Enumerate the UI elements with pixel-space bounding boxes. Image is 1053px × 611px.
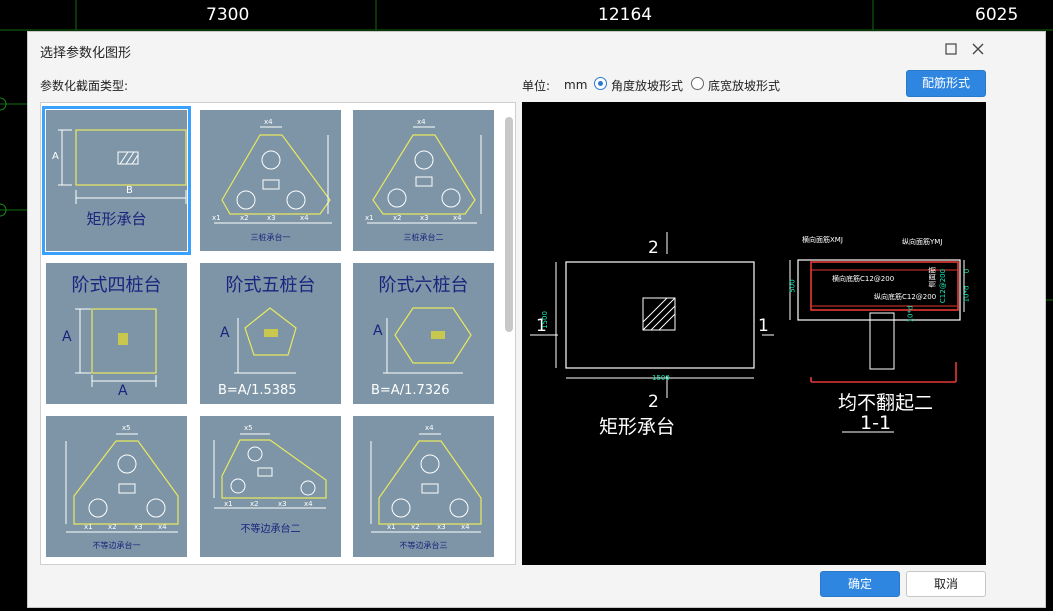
ok-button[interactable]: 确定 (820, 571, 900, 597)
radio-bottom-width-slope-label[interactable]: 底宽放坡形式 (708, 77, 780, 94)
dim-bottom-4: x4 (300, 214, 309, 222)
tile-caption: 矩形承台 (86, 210, 147, 228)
sec-top-horiz: 横向面筋XMJ (802, 236, 843, 244)
radio-angle-slope[interactable] (594, 77, 607, 90)
tile-caption: 三桩承台二 (403, 233, 444, 242)
sec-name: 1-1 (860, 412, 892, 434)
dim-top: x4 (264, 118, 273, 126)
shape-gallery: A B 矩形承台 x4 x1 x2 x3 x4 三桩承台一 x4 x1 x2 x… (40, 102, 516, 565)
sec-bottom-horiz: 横向底筋C12@200 (832, 275, 895, 283)
dim-bottom-2: x2 (250, 500, 259, 508)
maximize-button[interactable] (942, 40, 960, 58)
unequal-cap-3-diagram (370, 433, 482, 533)
dim-top: x4 (425, 424, 434, 432)
dim-bottom-3: x3 (420, 214, 429, 222)
tile-three-pile-cap-2[interactable]: x4 x1 x2 x3 x4 三桩承台二 (353, 110, 494, 251)
formula-label: B=A/1.5385 (218, 383, 297, 398)
tile-caption: 不等边承台一 (92, 541, 141, 550)
cancel-button[interactable]: 取消 (906, 571, 986, 597)
dim-a-label: A (52, 151, 59, 162)
tile-stepped-four-pile[interactable]: 阶式四桩台 A A (46, 263, 187, 404)
dim-bottom-4: x4 (158, 523, 167, 531)
rebar-form-button[interactable]: 配筋形式 (906, 70, 986, 97)
dim-bottom-3: x3 (267, 214, 276, 222)
tile-caption: 不等边承台三 (399, 541, 448, 550)
plan-title: 矩形承台 (599, 416, 676, 438)
tile-caption: 阶式四桩台 (71, 275, 162, 296)
tile-unequal-cap-1[interactable]: x5 x1 x2 x3 x4 不等边承台一 (46, 416, 187, 557)
dim-bottom-1: x1 (365, 214, 374, 222)
sec-note: 均不翻起二 (838, 392, 934, 414)
unequal-cap-1-diagram (65, 433, 179, 533)
dim-bottom-3: x3 (437, 523, 446, 531)
radio-bottom-width-slope[interactable] (691, 77, 704, 90)
tile-unequal-cap-2[interactable]: x5 x1 x2 x3 x4 不等边承台二 (200, 416, 341, 557)
sec-bottom-vert: 纵向底筋C12@200 (874, 293, 937, 301)
sec-height: 500 (788, 279, 797, 293)
dim-bottom-2: x2 (240, 214, 249, 222)
close-button[interactable] (969, 40, 987, 58)
unit-value: mm (564, 78, 588, 92)
sec-side: 侧面筋 (928, 266, 937, 288)
formula-label: B=A/1.7326 (371, 383, 450, 398)
dim-top: x5 (122, 424, 131, 432)
dim-bottom-4: x4 (304, 500, 313, 508)
dim-top: x4 (417, 118, 426, 126)
section-mark-top: 2 (648, 238, 659, 258)
gallery-scrollbar-thumb[interactable] (505, 117, 513, 332)
tile-stepped-five-pile[interactable]: 阶式五桩台 A B=A/1.5385 (200, 263, 341, 404)
bg-dimension-2: 12164 (598, 5, 653, 25)
dim-bottom-2: x2 (108, 523, 117, 531)
section-type-label: 参数化截面类型: (40, 79, 129, 93)
tile-stepped-six-pile[interactable]: 阶式六桩台 A B=A/1.7326 (353, 263, 494, 404)
dim-bottom-1: x1 (212, 214, 221, 222)
dim-a-label: A (220, 325, 230, 341)
three-pile-cap-2-diagram (367, 126, 482, 224)
dim-height: 1500 (540, 311, 549, 329)
tile-rect-cap[interactable]: A B 矩形承台 (42, 106, 191, 255)
gallery-scrollbar[interactable] (505, 117, 513, 557)
sec-right-2: 10*d (906, 305, 915, 323)
preview-drawing (530, 232, 965, 433)
select-parametric-shape-dialog: 选择参数化图形 参数化截面类型: 单位: mm 角度放坡形式 底宽放坡形式 配筋… (27, 31, 1046, 608)
dim-bottom-4: x4 (461, 523, 470, 531)
unequal-cap-2-diagram (213, 433, 327, 509)
dim-bottom-2: x2 (393, 214, 402, 222)
unit-label: 单位: (522, 79, 551, 93)
sec-zero: 0 (963, 268, 972, 274)
dim-bottom-3: x3 (134, 523, 143, 531)
sec-side-value: C12@200 (939, 268, 948, 304)
three-pile-cap-1-diagram (214, 126, 332, 224)
tile-caption: 不等边承台二 (240, 524, 301, 535)
sec-right: 10*d (962, 285, 971, 303)
maximize-icon (945, 43, 957, 55)
tile-caption: 阶式六桩台 (378, 275, 469, 296)
dim-bottom-1: x1 (224, 500, 233, 508)
bg-dimension-3: 6025 (975, 5, 1019, 25)
dim-bottom-1: x1 (387, 523, 396, 531)
shape-preview: 2 1 1 2 1500 1500 矩形承台 横向面筋XMJ 纵向面筋YMJ 横… (522, 102, 986, 565)
dim-bottom-4: x4 (453, 214, 462, 222)
rect-cap-diagram (58, 129, 187, 204)
tile-caption: 三桩承台一 (250, 233, 291, 242)
dim-top: x5 (244, 424, 253, 432)
dim-width: 1500 (652, 374, 670, 382)
dim-bottom-2: x2 (411, 523, 420, 531)
dim-b-label: B (126, 185, 133, 196)
dim-a-label: A (373, 323, 383, 339)
dim-a-label: A (62, 329, 72, 345)
close-icon (972, 43, 984, 55)
dim-bottom-3: x3 (278, 500, 287, 508)
dialog-title: 选择参数化图形 (40, 46, 132, 61)
tile-caption: 阶式五桩台 (225, 275, 316, 296)
section-mark-bottom: 2 (648, 392, 659, 412)
dim-bottom-1: x1 (84, 523, 93, 531)
tile-unequal-cap-3[interactable]: x4 x1 x2 x3 x4 不等边承台三 (353, 416, 494, 557)
tile-three-pile-cap-1[interactable]: x4 x1 x2 x3 x4 三桩承台一 (200, 110, 341, 251)
bg-dimension-1: 7300 (206, 5, 250, 25)
sec-top-vert: 纵向面筋YMJ (902, 238, 943, 246)
section-mark-right: 1 (758, 316, 769, 336)
radio-angle-slope-label[interactable]: 角度放坡形式 (611, 77, 683, 94)
dim-b-label: A (118, 383, 128, 399)
